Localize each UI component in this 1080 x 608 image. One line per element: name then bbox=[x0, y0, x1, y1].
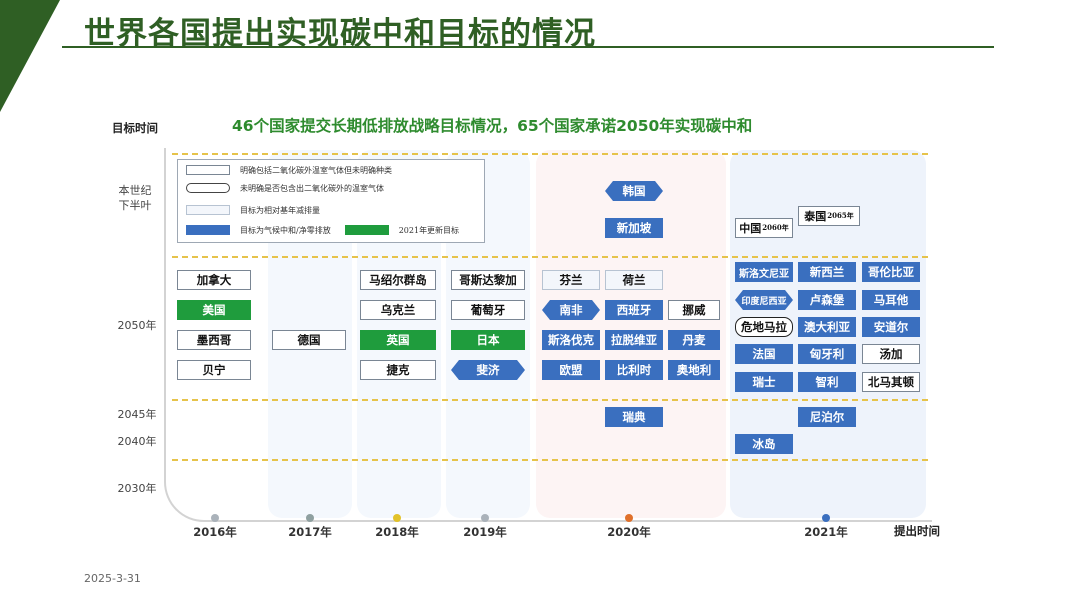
legend-label: 未明确是否包含出二氧化碳外的温室气体 bbox=[240, 183, 384, 193]
country-box: 匈牙利 bbox=[798, 344, 856, 364]
country-box: 拉脱维亚 bbox=[605, 330, 663, 350]
country-box: 北马其顿 bbox=[862, 372, 920, 392]
legend-label: 目标为相对基年减排量 bbox=[240, 205, 320, 215]
x-axis-dot bbox=[211, 514, 219, 522]
band-separator bbox=[172, 399, 928, 401]
legend-item: 目标为气候中和/净零排放 2021年更新目标 bbox=[186, 223, 459, 237]
country-box: 卢森堡 bbox=[798, 290, 856, 310]
country-box: 印度尼西亚 bbox=[735, 290, 793, 310]
country-box: 欧盟 bbox=[542, 360, 600, 380]
band-separator bbox=[172, 153, 928, 155]
legend-swatch bbox=[186, 225, 230, 235]
country-box: 西班牙 bbox=[605, 300, 663, 320]
x-axis-title: 提出时间 bbox=[894, 524, 940, 538]
country-box: 斯洛文尼亚 bbox=[735, 262, 793, 282]
country-box: 英国 bbox=[360, 330, 436, 350]
legend-item: 未明确是否包含出二氧化碳外的温室气体 bbox=[186, 181, 384, 195]
country-box: 韩国 bbox=[605, 181, 663, 201]
x-tick: 2019年 bbox=[463, 525, 507, 539]
y-tick-line: 本世纪 下半叶 bbox=[118, 184, 152, 212]
country-box: 冰岛 bbox=[735, 434, 793, 454]
legend-swatch bbox=[186, 183, 230, 193]
country-box: 捷克 bbox=[360, 360, 436, 380]
slide-date: 2025-3-31 bbox=[84, 572, 141, 585]
country-box: 荷兰 bbox=[605, 270, 663, 290]
x-tick: 2018年 bbox=[375, 525, 419, 539]
x-axis-dot bbox=[393, 514, 401, 522]
country-box: 比利时 bbox=[605, 360, 663, 380]
title-rule bbox=[62, 46, 994, 48]
y-tick-2045: 2045年 bbox=[117, 408, 157, 421]
x-axis-dot bbox=[822, 514, 830, 522]
x-axis-dot bbox=[625, 514, 633, 522]
x-tick: 2020年 bbox=[607, 525, 651, 539]
country-box: 澳大利亚 bbox=[798, 317, 856, 337]
target-year: 2065年 bbox=[827, 211, 854, 220]
y-axis-title: 目标时间 bbox=[112, 121, 158, 135]
country-box: 危地马拉 bbox=[735, 317, 793, 337]
legend-swatch bbox=[186, 205, 230, 215]
country-box: 马耳他 bbox=[862, 290, 920, 310]
slide-subtitle: 46个国家提交长期低排放战略目标情况，65个国家承诺2050年实现碳中和 bbox=[232, 117, 753, 135]
country-box: 安道尔 bbox=[862, 317, 920, 337]
country-box: 马绍尔群岛 bbox=[360, 270, 436, 290]
legend-label: 目标为气候中和/净零排放 bbox=[240, 225, 331, 235]
legend-item: 明确包括二氧化碳外温室气体但未明确种类 bbox=[186, 163, 392, 177]
legend: 明确包括二氧化碳外温室气体但未明确种类 未明确是否包含出二氧化碳外的温室气体 目… bbox=[177, 159, 485, 243]
country-box: 奥地利 bbox=[668, 360, 720, 380]
country-box: 新西兰 bbox=[798, 262, 856, 282]
country-box: 哥斯达黎加 bbox=[451, 270, 525, 290]
x-tick: 2016年 bbox=[193, 525, 237, 539]
corner-decoration bbox=[0, 0, 60, 112]
country-box: 南非 bbox=[542, 300, 600, 320]
x-axis-dot bbox=[481, 514, 489, 522]
country-box: 芬兰 bbox=[542, 270, 600, 290]
y-tick-2050: 2050年 bbox=[117, 319, 157, 332]
country-box: 挪威 bbox=[668, 300, 720, 320]
country-box: 贝宁 bbox=[177, 360, 251, 380]
country-box: 德国 bbox=[272, 330, 346, 350]
y-tick-2030: 2030年 bbox=[117, 482, 157, 495]
country-box: 丹麦 bbox=[668, 330, 720, 350]
country-box: 新加坡 bbox=[605, 218, 663, 238]
country-box: 美国 bbox=[177, 300, 251, 320]
country-box: 斐济 bbox=[451, 360, 525, 380]
x-tick: 2017年 bbox=[288, 525, 332, 539]
country-box: 墨西哥 bbox=[177, 330, 251, 350]
band-separator bbox=[172, 459, 928, 461]
country-box: 日本 bbox=[451, 330, 525, 350]
legend-swatch bbox=[186, 165, 230, 175]
band-separator bbox=[172, 256, 928, 258]
legend-label: 明确包括二氧化碳外温室气体但未明确种类 bbox=[240, 165, 392, 175]
y-tick-second-half-century: 本世纪 下半叶 bbox=[112, 183, 158, 213]
country-name: 中国 bbox=[739, 222, 762, 235]
country-box: 汤加 bbox=[862, 344, 920, 364]
x-axis-dot bbox=[306, 514, 314, 522]
country-box: 葡萄牙 bbox=[451, 300, 525, 320]
x-tick: 2021年 bbox=[804, 525, 848, 539]
target-year: 2060年 bbox=[762, 223, 789, 232]
legend-label: 2021年更新目标 bbox=[398, 225, 460, 235]
country-box: 瑞典 bbox=[605, 407, 663, 427]
country-box: 斯洛伐克 bbox=[542, 330, 600, 350]
y-tick-2040: 2040年 bbox=[117, 435, 157, 448]
country-box: 中国 2060年 bbox=[735, 218, 793, 238]
country-box: 乌克兰 bbox=[360, 300, 436, 320]
legend-item: 目标为相对基年减排量 bbox=[186, 203, 320, 217]
country-box: 瑞士 bbox=[735, 372, 793, 392]
country-box: 哥伦比亚 bbox=[862, 262, 920, 282]
country-box: 加拿大 bbox=[177, 270, 251, 290]
country-box: 泰国 2065年 bbox=[798, 206, 860, 226]
country-box: 法国 bbox=[735, 344, 793, 364]
country-box: 尼泊尔 bbox=[798, 407, 856, 427]
country-name: 泰国 bbox=[804, 210, 827, 223]
legend-swatch bbox=[344, 225, 389, 235]
country-box: 智利 bbox=[798, 372, 856, 392]
